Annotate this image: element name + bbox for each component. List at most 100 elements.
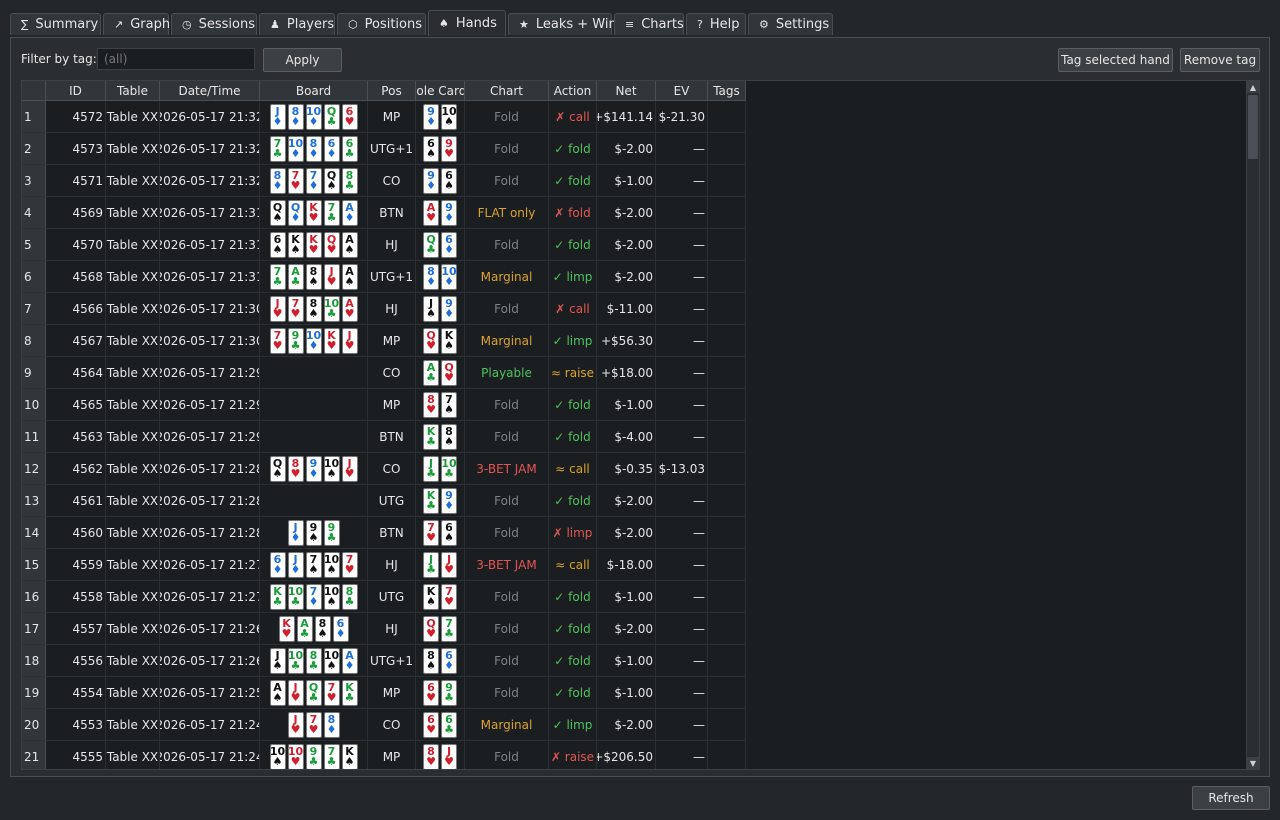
table-row[interactable]: 5 4570 Table XX 2026-05-17 21:31 6 ♠ K ♠ K ♥ Q ♥ A ♠ H… <box>22 229 746 261</box>
column-header-action[interactable]: Action <box>549 81 597 101</box>
remove-tag-button[interactable]: Remove tag <box>1180 48 1260 72</box>
playing-card: 6 ♠ <box>441 167 457 194</box>
cell-tags <box>708 421 746 453</box>
tab-summary[interactable]: ∑ Summary <box>10 13 101 35</box>
cell-net: $-1.00 <box>597 165 656 197</box>
table-row[interactable]: 18 4556 Table XX 2026-05-17 21:26 J ♠ 10 ♣ 8 ♣ 10 ♠… <box>22 645 746 677</box>
playing-card: 6 ♥ <box>423 679 439 706</box>
table-row[interactable]: 19 4554 Table XX 2026-05-17 21:25 A ♠ J ♥ Q ♣ 7 ♥ K ♣… <box>22 677 746 709</box>
cell-ev: — <box>656 357 708 389</box>
cell-table: Table XX <box>106 709 160 741</box>
table-row[interactable]: 15 4559 Table XX 2026-05-17 21:27 6 ♦ J ♦ 7 ♠ 10 ♠ 7… <box>22 549 746 581</box>
card-suit-icon: ♣ <box>426 434 436 448</box>
filter-input[interactable] <box>97 48 255 70</box>
card-suit-icon: ♦ <box>290 530 301 544</box>
table-row[interactable]: 4 4569 Table XX 2026-05-17 21:31 Q ♠ Q ♦ K ♥ 7 ♣ A ♦ B… <box>22 197 746 229</box>
table-row[interactable]: 7 4566 Table XX 2026-05-17 21:30 J ♥ 7 ♥ 8 ♠ 10 ♣ A ♥… <box>22 293 746 325</box>
table-row[interactable]: 9 4564 Table XX 2026-05-17 21:29 CO A ♣ Q ♥ Playa… <box>22 357 746 389</box>
cell-datetime: 2026-05-17 21:31 <box>160 229 260 261</box>
cell-datetime: 2026-05-17 21:30 <box>160 325 260 357</box>
refresh-button[interactable]: Refresh <box>1192 786 1270 810</box>
column-header-table[interactable]: Table <box>106 81 160 101</box>
column-header-pos[interactable]: Pos <box>368 81 416 101</box>
scroll-thumb[interactable] <box>1248 95 1258 159</box>
card-suit-icon: ♥ <box>272 306 283 320</box>
tab-help[interactable]: ? Help <box>686 13 746 35</box>
card-group: 8 ♦ 7 ♥ 7 ♦ Q ♠ 8 ♣ <box>269 167 358 194</box>
scroll-down-icon[interactable]: ▼ <box>1247 757 1259 769</box>
column-header-chart[interactable]: Chart <box>465 81 549 101</box>
column-header-ev[interactable]: EV <box>656 81 708 101</box>
table-row[interactable]: 6 4568 Table XX 2026-05-17 21:31 7 ♣ A ♣ 8 ♠ J ♥ A ♠ U… <box>22 261 746 293</box>
tab-players[interactable]: ♟ Players <box>259 13 335 35</box>
playing-card: 6 ♣ <box>341 135 358 162</box>
table-row[interactable]: 8 4567 Table XX 2026-05-17 21:30 7 ♥ 9 ♣ 10 ♦ K ♥ J ♥… <box>22 325 746 357</box>
tag-selected-hand-button[interactable]: Tag selected hand <box>1058 48 1173 72</box>
table-row[interactable]: 12 4562 Table XX 2026-05-17 21:28 Q ♠ 8 ♥ 9 ♦ 10 ♠ J… <box>22 453 746 485</box>
table-row[interactable]: 20 4553 Table XX 2026-05-17 21:24 J ♥ 7 ♥ 8 ♦ CO 6 ♥… <box>22 709 746 741</box>
card-suit-icon: ♣ <box>308 754 319 768</box>
tab-graph[interactable]: ↗ Graph <box>103 13 170 35</box>
playing-card: 7 ♥ <box>305 711 322 738</box>
cell-net: $-1.00 <box>597 677 656 709</box>
column-header-board[interactable]: Board <box>260 81 368 101</box>
table-row[interactable]: 14 4560 Table XX 2026-05-17 21:28 J ♦ 9 ♠ 9 ♣ BTN 7… <box>22 517 746 549</box>
column-header-id[interactable]: ID <box>46 81 106 101</box>
row-number: 10 <box>22 389 46 421</box>
card-suit-icon: ♦ <box>272 562 283 576</box>
card-suit-icon: ♦ <box>308 338 319 352</box>
table-row[interactable]: 11 4563 Table XX 2026-05-17 21:29 BTN K ♣ 8 ♠ Fol… <box>22 421 746 453</box>
playing-card: K ♥ <box>305 231 322 258</box>
scroll-up-icon[interactable]: ▲ <box>1247 81 1259 93</box>
column-header-tags[interactable]: Tags <box>708 81 746 101</box>
cell-net: $-0.35 <box>597 453 656 485</box>
cell-ev: — <box>656 165 708 197</box>
card-suit-icon: ♠ <box>326 594 337 608</box>
cell-chart: Fold <box>465 613 549 645</box>
cell-hole-cards: J ♣ 10 ♣ <box>416 453 465 485</box>
table-row[interactable]: 2 4573 Table XX 2026-05-17 21:32 7 ♣ 10 ♦ 8 ♦ 6 ♦ 6 ♣… <box>22 133 746 165</box>
tab-sessions[interactable]: ◷ Sessions <box>171 13 257 35</box>
tab-charts[interactable]: ≡ Charts <box>614 13 684 35</box>
cell-ev: — <box>656 389 708 421</box>
table-row[interactable]: 16 4558 Table XX 2026-05-17 21:27 K ♣ 10 ♣ 7 ♦ 10 ♠… <box>22 581 746 613</box>
apply-button[interactable]: Apply <box>263 48 342 72</box>
cell-net: $-1.00 <box>597 645 656 677</box>
tab-settings[interactable]: ⚙ Settings <box>748 13 833 35</box>
cell-datetime: 2026-05-17 21:32 <box>160 165 260 197</box>
cell-chart: Fold <box>465 229 549 261</box>
card-suit-icon: ♦ <box>344 658 355 672</box>
vertical-scrollbar[interactable]: ▲ ▼ <box>1246 81 1259 769</box>
table-row[interactable]: 10 4565 Table XX 2026-05-17 21:29 MP 8 ♥ 7 ♠ Fold… <box>22 389 746 421</box>
card-suit-icon: ♦ <box>426 274 436 288</box>
row-number: 8 <box>22 325 46 357</box>
tab-label: Players <box>286 17 335 32</box>
cell-tags <box>708 197 746 229</box>
playing-card: K ♣ <box>423 423 439 450</box>
table-row[interactable]: 3 4571 Table XX 2026-05-17 21:32 8 ♦ 7 ♥ 7 ♦ Q ♠ 8 ♣ C… <box>22 165 746 197</box>
cell-id: 4567 <box>46 325 106 357</box>
cell-net: $-2.00 <box>597 517 656 549</box>
card-suit-icon: ♥ <box>290 722 301 736</box>
cell-chart: Fold <box>465 485 549 517</box>
table-row[interactable]: 13 4561 Table XX 2026-05-17 21:28 UTG K ♣ 9 ♦ Fol… <box>22 485 746 517</box>
table-row[interactable]: 1 4572 Table XX 2026-05-17 21:32 J ♦ 8 ♦ 10 ♦ Q ♣ 6 ♥… <box>22 101 746 133</box>
column-header-hole-cards[interactable]: Hole Cards <box>416 81 465 101</box>
cell-ev: — <box>656 197 708 229</box>
column-header-date-time[interactable]: Date/Time <box>160 81 260 101</box>
table-row[interactable]: 17 4557 Table XX 2026-05-17 21:26 K ♥ A ♣ 8 ♠ 6 ♦ HJ… <box>22 613 746 645</box>
tab-positions[interactable]: ⬡ Positions <box>337 13 426 35</box>
table-row[interactable]: 21 4555 Table XX 2026-05-17 21:24 10 ♠ 10 ♥ 9 ♣ 7 ♣… <box>22 741 746 769</box>
playing-card: J ♥ <box>323 263 340 290</box>
cell-ev: — <box>656 677 708 709</box>
card-suit-icon: ♠ <box>308 306 319 320</box>
column-header-net[interactable]: Net <box>597 81 656 101</box>
card-group: 9 ♦ 6 ♠ <box>423 167 457 194</box>
row-number: 9 <box>22 357 46 389</box>
tab-leaks-wins[interactable]: ★ Leaks + Wins <box>508 13 624 35</box>
cell-table: Table XX <box>106 613 160 645</box>
card-group: K ♣ 10 ♣ 7 ♦ 10 ♠ 8 ♣ <box>269 583 358 610</box>
tab-hands[interactable]: ♠ Hands <box>428 10 506 36</box>
cell-position: HJ <box>368 549 416 581</box>
cell-id: 4554 <box>46 677 106 709</box>
